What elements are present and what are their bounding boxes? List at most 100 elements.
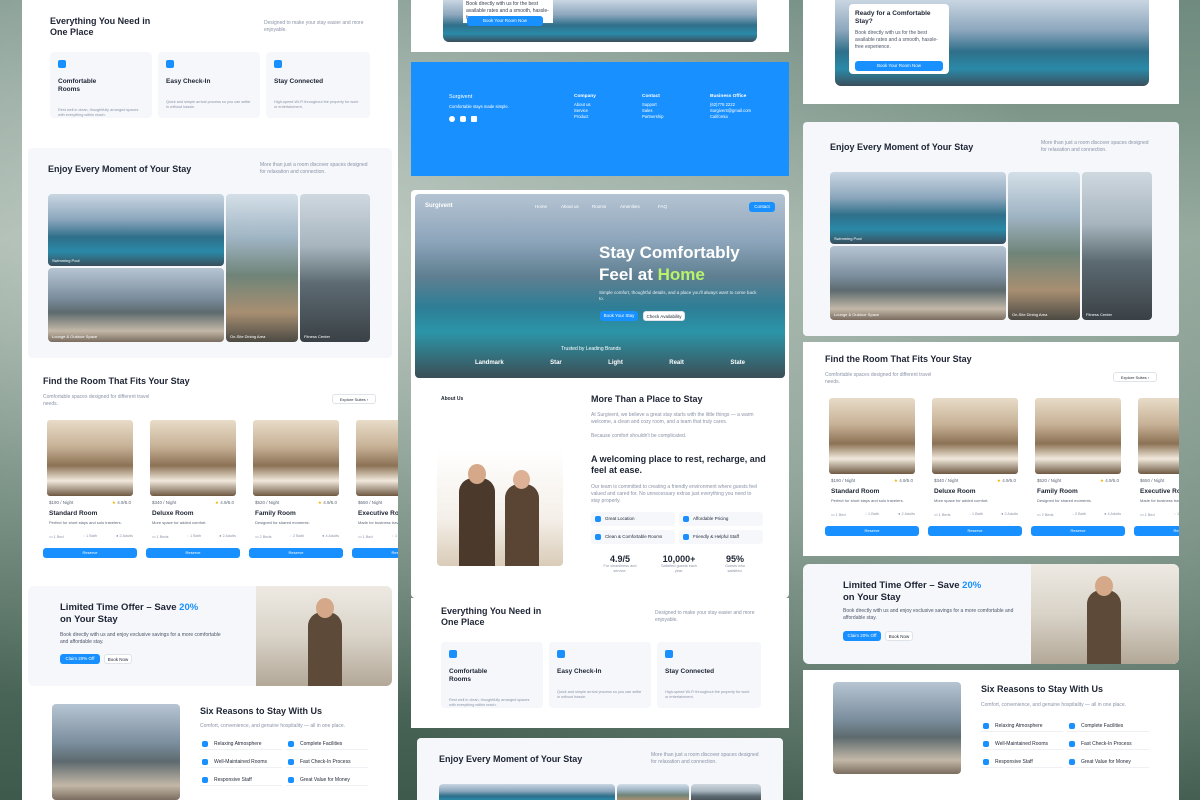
bed-icon: [58, 60, 66, 68]
bath-count: ◌ 1 Bath: [1174, 512, 1179, 517]
reason-item: Relaxing Atmosphere: [200, 738, 282, 750]
facebook-icon[interactable]: [449, 116, 455, 122]
room-name: Standard Room: [831, 488, 880, 495]
cta-section-right: Ready for a Comfortable Stay? Book direc…: [803, 0, 1179, 104]
room-card[interactable]: $340 / Night ★ 4.9/5.0 Deluxe Room More spa…: [146, 416, 240, 566]
feature-card-wifi: Stay Connected High-speed Wi-Fi througho…: [657, 642, 761, 708]
site-footer: Surgivent Comfortable stays made simple.…: [411, 62, 789, 176]
claim-offer-button[interactable]: Claim 20% Off: [843, 631, 881, 641]
book-now-button[interactable]: Book Now: [885, 631, 913, 641]
book-room-button[interactable]: Book Your Room Now: [467, 16, 543, 26]
key-icon: [166, 60, 174, 68]
room-desc: Made for business travelers.: [1140, 498, 1179, 503]
linkedin-icon[interactable]: [471, 116, 477, 122]
reserve-button[interactable]: Reserve: [928, 526, 1022, 536]
social-links: [449, 116, 477, 122]
reserve-button[interactable]: Reserve: [1134, 526, 1179, 536]
contact-button[interactable]: Contact: [749, 202, 775, 212]
room-rating: ★ 4.9/5.0: [1099, 478, 1119, 483]
room-amenities: ▭ 1 Bed ◌ 1 Bath ● 2 Adults: [49, 534, 133, 539]
nav-faq[interactable]: FAQ: [658, 204, 667, 209]
reasons-section-right: Six Reasons to Stay With Us Comfort, con…: [803, 670, 1179, 800]
book-now-button[interactable]: Book Now: [104, 654, 132, 664]
bed-count: ▭ 1 Bed: [358, 535, 373, 539]
room-rating: ★ 4.9/5.0: [893, 478, 913, 483]
room-amenities: ▭ 1 Beds ◌ 1 Bath ● 2 Adults: [152, 534, 236, 539]
room-price: $340 / Night: [152, 500, 177, 505]
feature-title: Comfortable Rooms: [58, 78, 97, 93]
room-photo: [829, 398, 915, 474]
feature-desc: Quick and simple arrival process so you …: [166, 100, 251, 109]
footer-link[interactable]: Product: [574, 114, 596, 120]
nav-amenities[interactable]: Amenities: [620, 204, 640, 209]
room-card[interactable]: $520 / Night ★ 4.9/5.0 Family Room Designed…: [249, 416, 343, 566]
hero-section: Surgivent Home About us Rooms Amenities …: [415, 194, 785, 378]
room-price: $650 / Night: [1140, 478, 1165, 483]
nav-home[interactable]: Home: [535, 204, 547, 209]
offer-section: Limited Time Offer – Save 20% on Your Sta…: [28, 586, 392, 686]
photo-label: On-Site Dining Area: [1012, 312, 1048, 317]
room-desc: Designed for shared moments.: [255, 520, 310, 525]
brand-logos: Landmark Star Light Realt State: [475, 360, 745, 366]
room-card[interactable]: $190 / Night ★ 4.9/5.0 Standard Room Perfec…: [43, 416, 137, 566]
nav-rooms[interactable]: Rooms: [592, 204, 606, 209]
room-card[interactable]: $650 / Night★ 4.9/5.0Executive RoomMade …: [1134, 394, 1179, 544]
explore-suites-button[interactable]: Explore Suites ›: [1113, 372, 1157, 382]
stat-item: 10,000+ Satisfied guests each year.: [660, 554, 698, 573]
reasons-title: Six Reasons to Stay With Us: [981, 684, 1103, 694]
cta-photo: Ready for a Comfortable Stay? Book direc…: [835, 0, 1149, 86]
room-card[interactable]: $190 / Night ★ 4.9/5.0 Standard Room Perfec…: [825, 394, 919, 544]
room-photo: [932, 398, 1018, 474]
photo-label: Fitness Center: [304, 334, 331, 339]
bed-icon: ▭: [358, 535, 362, 539]
footer-brand: Surgivent: [449, 94, 473, 100]
reserve-button[interactable]: Reserve: [352, 548, 398, 558]
reasons-subtitle: Comfort, convenience, and genuine hospit…: [981, 702, 1127, 708]
features-section: Everything You Need in One Place Designe…: [22, 0, 398, 140]
footer-heading: Contact: [642, 94, 660, 99]
instagram-icon[interactable]: [460, 116, 466, 122]
reserve-button[interactable]: Reserve: [1031, 526, 1125, 536]
nav-about[interactable]: About us: [561, 204, 579, 209]
book-stay-button[interactable]: Book Your Stay: [600, 311, 638, 321]
claim-offer-button[interactable]: Claim 20% Off: [60, 654, 100, 664]
room-amenities: ▭ 1 Bed ◌ 1 Bath ● 2 Adults: [831, 512, 915, 517]
reserve-button[interactable]: Reserve: [43, 548, 137, 558]
reserve-button[interactable]: Reserve: [825, 526, 919, 536]
features-subtitle: Designed to make your stay easier and mo…: [655, 610, 755, 623]
photo-dining: [617, 784, 689, 800]
room-name: Executive Room: [358, 510, 398, 517]
about-text: Our team is committed to creating a frie…: [591, 484, 758, 504]
room-rating: ★ 4.9/5.0: [996, 478, 1016, 483]
footer-link[interactable]: Partnership: [642, 114, 663, 120]
check-availability-button[interactable]: Check Availability: [643, 311, 685, 321]
reserve-button[interactable]: Reserve: [146, 548, 240, 558]
bath-icon: ◌: [968, 512, 971, 516]
features-title: Everything You Need in One Place: [50, 16, 151, 37]
feature-desc: Quick and simple arrival process so you …: [557, 690, 642, 699]
book-room-button[interactable]: Book Your Room Now: [855, 61, 943, 71]
room-name: Family Room: [255, 510, 296, 517]
room-card[interactable]: $520 / Night ★ 4.9/5.0 Family Room Designed…: [1031, 394, 1125, 544]
photo-label: Swimming Pool: [834, 236, 862, 241]
photo-label: Fitness Center: [1086, 312, 1113, 317]
photo-lounge: Lounge & Outdoor Space: [830, 246, 1006, 320]
about-feature: Clean & Comfortable Rooms: [591, 530, 675, 544]
feature-title: Stay Connected: [665, 668, 715, 675]
site-logo[interactable]: Surgivent: [425, 203, 453, 209]
room-photo: [1035, 398, 1121, 474]
room-price: $190 / Night: [831, 478, 856, 483]
footer-heading: Company: [574, 94, 596, 99]
reserve-button[interactable]: Reserve: [249, 548, 343, 558]
feature-title: Easy Check-In: [557, 668, 602, 675]
room-name: Executive Room: [1140, 488, 1179, 495]
room-desc: More space for added comfort.: [934, 498, 989, 503]
room-price: $650 / Night: [358, 500, 383, 505]
page-column-left: Everything You Need in One Place Designe…: [22, 0, 398, 800]
explore-suites-button[interactable]: Explore Suites ›: [332, 394, 376, 404]
bath-count: ◌ 1 Bath: [864, 512, 880, 516]
room-card[interactable]: $340 / Night ★ 4.9/5.0 Deluxe Room More spa…: [928, 394, 1022, 544]
bath-count: ◌ 1 Bath: [391, 534, 398, 538]
feature-desc: High-speed Wi-Fi throughout the property…: [665, 690, 750, 699]
room-card[interactable]: $650 / Night★ 4.9/5.0Executive RoomMade …: [352, 416, 398, 566]
